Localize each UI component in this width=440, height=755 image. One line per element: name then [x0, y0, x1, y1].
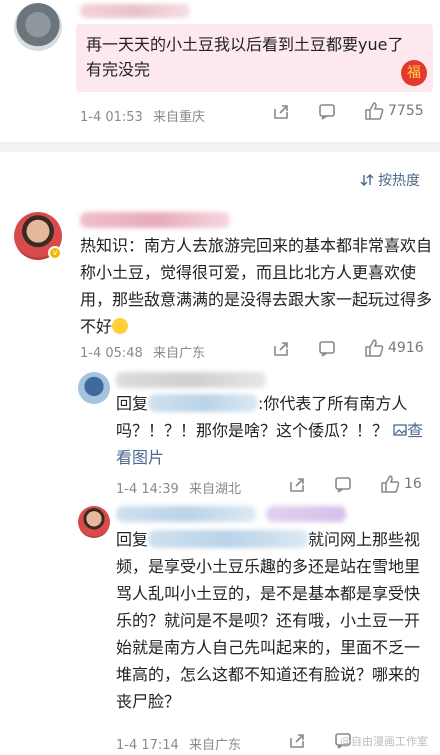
comment-button[interactable]	[318, 103, 336, 121]
comment-source: 来自广东	[152, 346, 205, 361]
post-card[interactable]: 再一天天的小土豆我以后看到土豆都要yue了有完没完 福	[76, 24, 433, 92]
share-button[interactable]	[288, 732, 306, 750]
fu-sticker-icon: 福	[401, 60, 427, 86]
comment-button[interactable]	[318, 340, 336, 358]
like-button[interactable]: 7755	[364, 101, 424, 121]
share-icon	[274, 105, 288, 119]
comment-item: v 热知识：南方人去旅游完回来的基本都非常喜欢自称小土豆，觉得很可爱，而且比北方…	[0, 206, 440, 366]
reply-timestamp: 1-4 17:14	[116, 738, 179, 753]
avatar[interactable]	[78, 506, 110, 538]
reply-meta: 1-4 17:14 来自广东	[116, 734, 241, 753]
share-icon	[290, 478, 304, 492]
comment-icon	[319, 341, 335, 357]
mention-blurred[interactable]	[148, 394, 259, 412]
reply-prefix: 回复	[116, 530, 149, 549]
username-blurred[interactable]	[116, 506, 256, 522]
post-meta: 1-4 01:53 来自重庆	[80, 106, 205, 125]
username-blurred[interactable]	[80, 212, 230, 228]
share-icon	[290, 734, 304, 748]
username-blurred[interactable]	[116, 372, 266, 388]
share-icon	[274, 342, 288, 356]
thumbs-up-icon	[365, 102, 384, 120]
comment-icon	[335, 477, 351, 493]
sort-toggle[interactable]: 按热度	[360, 170, 420, 190]
tag-blurred	[266, 506, 346, 522]
section-divider	[0, 142, 440, 152]
comment-timestamp: 1-4 05:48	[80, 346, 143, 361]
mention-blurred[interactable]	[148, 530, 309, 548]
avatar[interactable]	[78, 372, 110, 404]
main-post: 再一天天的小土豆我以后看到土豆都要yue了有完没完 福 1-4 01:53 来自…	[0, 0, 440, 140]
reply-text: 就问网上那些视频，是享受小土豆乐趣的多还是站在雪地里骂人乱叫小土豆的，是不是基本…	[116, 530, 421, 711]
reply-timestamp: 1-4 14:39	[116, 482, 179, 497]
reply-source: 来自广东	[188, 738, 241, 753]
comment-text: 热知识：南方人去旅游完回来的基本都非常喜欢自称小土豆，觉得很可爱，而且比北方人更…	[80, 236, 433, 336]
thumbs-up-icon	[365, 339, 384, 357]
image-icon	[393, 424, 407, 436]
like-count: 7755	[388, 103, 424, 119]
like-button[interactable]: 16	[380, 474, 422, 494]
like-count: 16	[404, 476, 422, 492]
reply-source: 来自湖北	[188, 482, 241, 497]
post-text: 再一天天的小土豆我以后看到土豆都要yue了有完没完	[86, 35, 404, 79]
post-timestamp: 1-4 01:53	[80, 110, 143, 125]
reply-item: 回复 就问网上那些视频，是享受小土豆乐趣的多还是站在雪地里骂人乱叫小土豆的，是不是…	[76, 502, 436, 755]
share-button[interactable]	[272, 340, 290, 358]
comment-meta: 1-4 05:48 来自广东	[80, 342, 205, 361]
reply-meta: 1-4 14:39 来自湖北	[116, 478, 241, 497]
sort-icon	[360, 174, 374, 186]
share-button[interactable]	[288, 476, 306, 494]
comment-icon	[319, 104, 335, 120]
reply-item: 回复:你代表了所有南方人吗？！？！那你是啥？这个倭瓜？！？ 查看图片 1-4 1…	[76, 368, 436, 498]
username-blurred[interactable]	[80, 4, 190, 18]
verified-badge-icon: v	[48, 246, 62, 260]
comment-button[interactable]	[334, 476, 352, 494]
reply-prefix: 回复	[116, 394, 149, 413]
like-button[interactable]: 4916	[364, 338, 424, 358]
like-count: 4916	[388, 340, 424, 356]
share-button[interactable]	[272, 103, 290, 121]
post-source: 来自重庆	[152, 110, 205, 125]
avatar[interactable]	[14, 3, 62, 51]
watermark: @自由漫画工作室	[340, 735, 428, 748]
sort-label: 按热度	[378, 173, 420, 189]
emoji-icon	[112, 318, 129, 334]
thumbs-up-icon	[381, 475, 400, 493]
